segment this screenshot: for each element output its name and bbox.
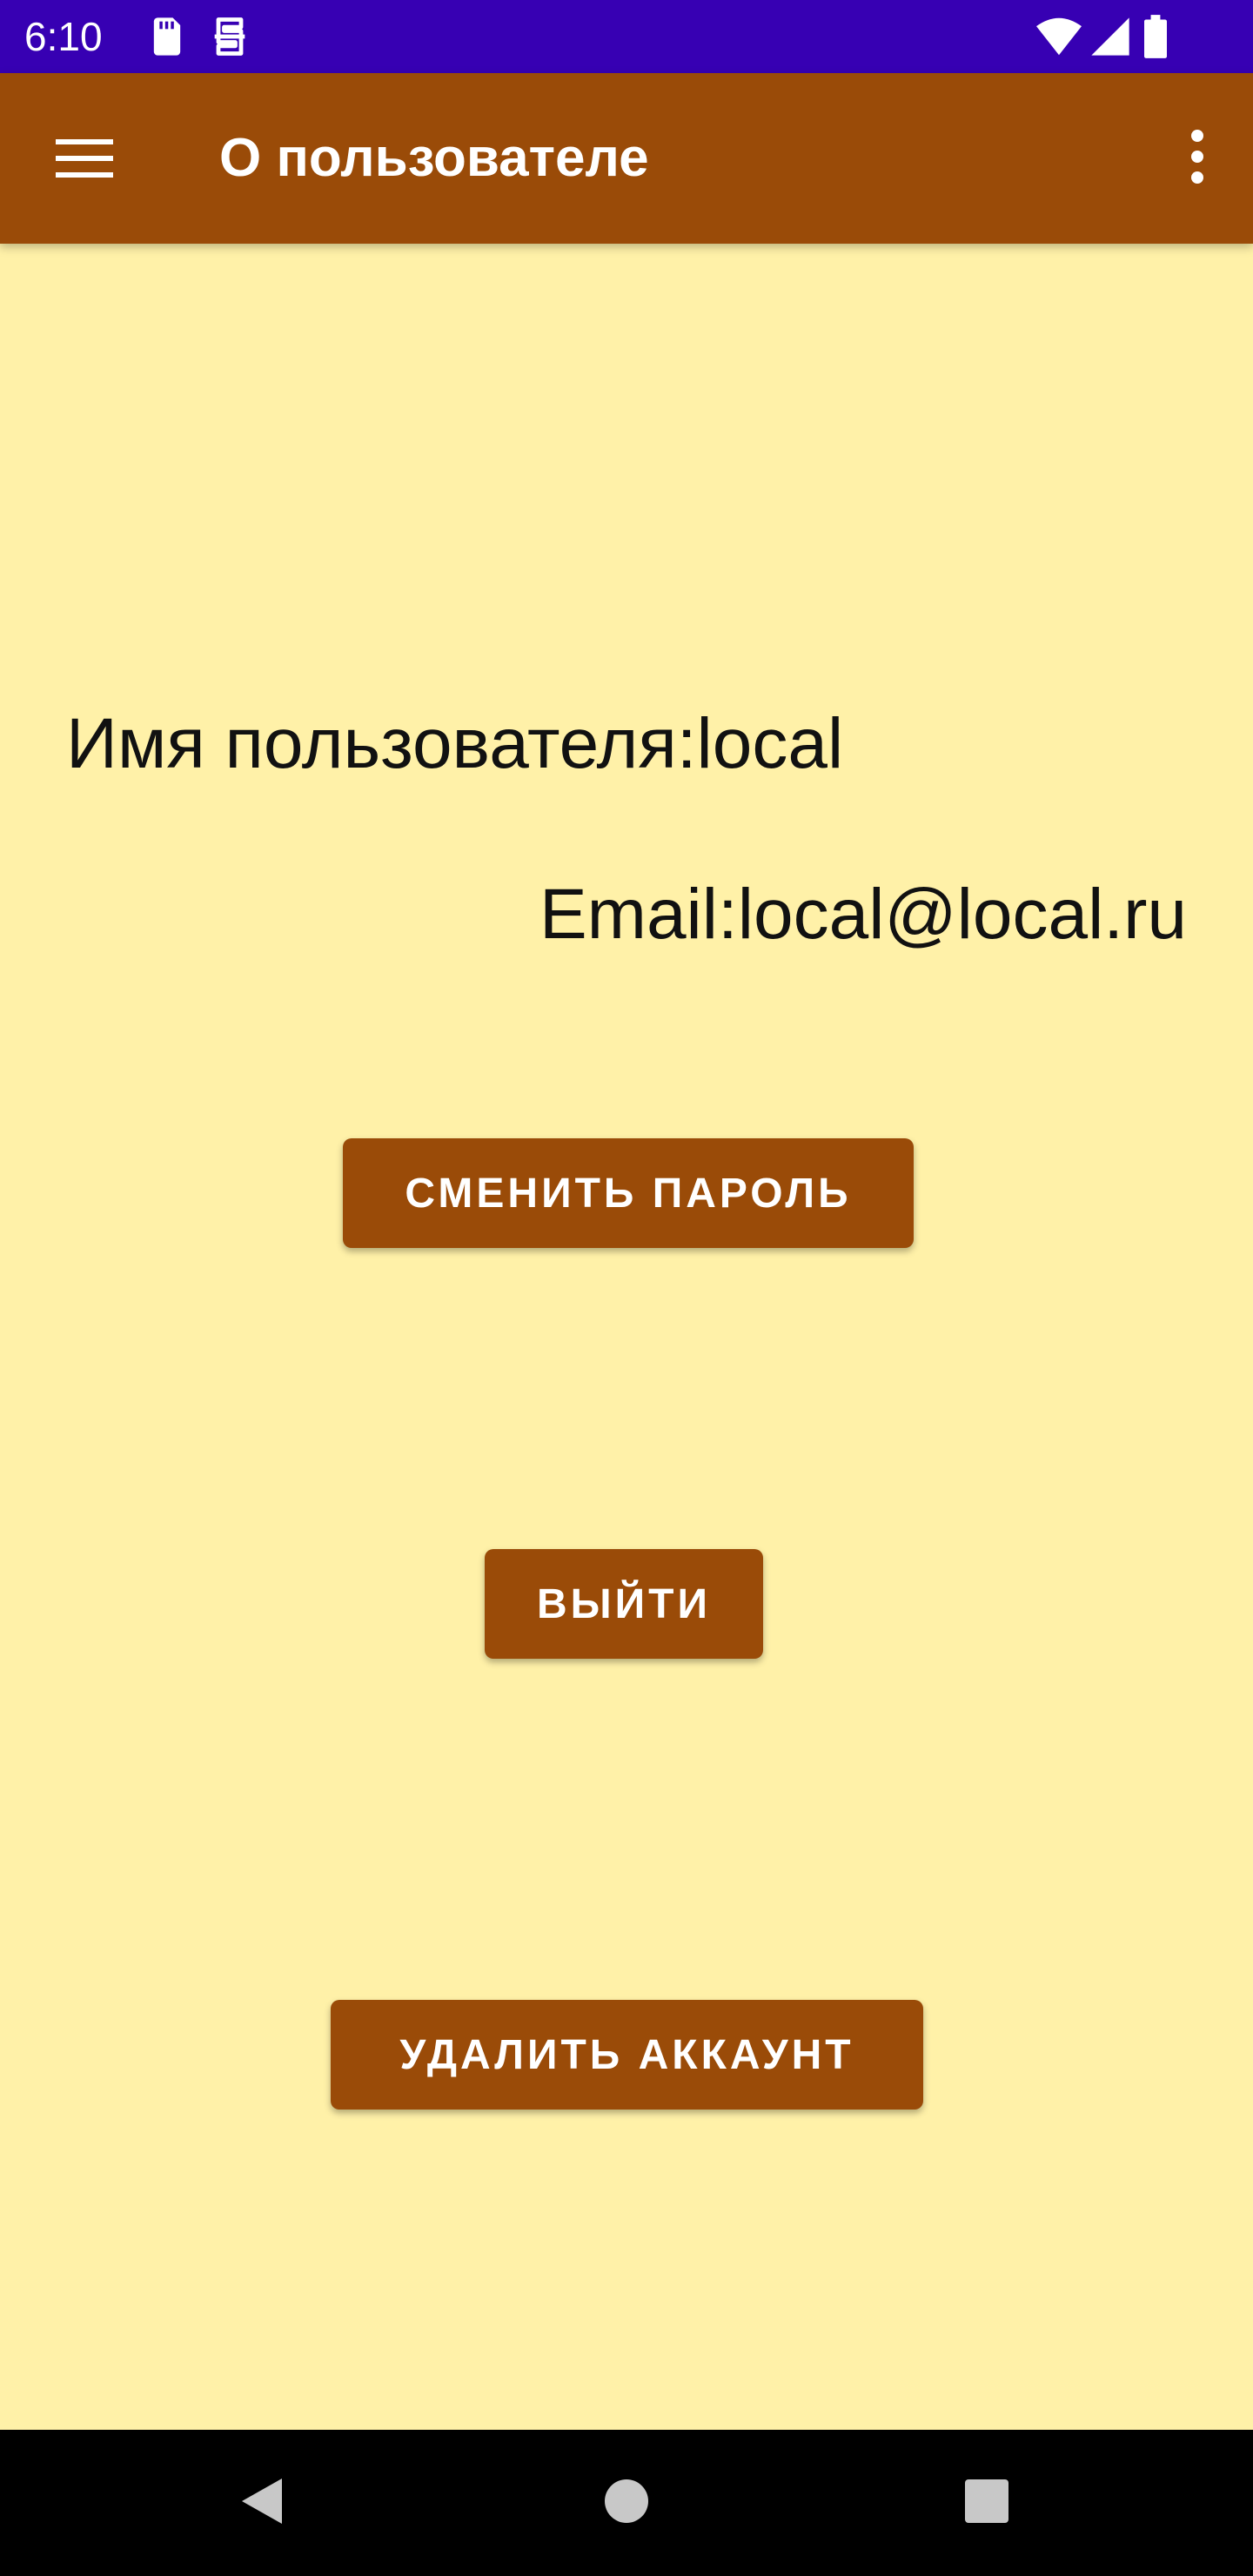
delete-account-button[interactable]: УДАЛИТЬ АККАУНТ bbox=[331, 2000, 923, 2110]
more-vert-icon bbox=[1189, 129, 1206, 189]
hamburger-menu-icon bbox=[54, 136, 117, 185]
home-icon bbox=[602, 2477, 651, 2530]
screen: 6:10 О пользователе Имя пользователя:loc… bbox=[0, 0, 1253, 2576]
username-text: Имя пользователя:local bbox=[66, 704, 844, 783]
back-icon bbox=[237, 2475, 285, 2532]
menu-button[interactable] bbox=[44, 124, 127, 197]
status-time: 6:10 bbox=[24, 14, 103, 59]
battery-icon bbox=[1140, 14, 1171, 59]
recents-button[interactable] bbox=[943, 2459, 1030, 2546]
overflow-menu-button[interactable] bbox=[1163, 117, 1232, 200]
back-button[interactable] bbox=[218, 2459, 305, 2546]
sync-icon bbox=[207, 14, 252, 59]
status-bar: 6:10 bbox=[0, 0, 1253, 73]
app-bar: О пользователе bbox=[0, 73, 1253, 244]
logout-button[interactable]: ВЫЙТИ bbox=[485, 1549, 763, 1659]
change-password-button[interactable]: СМЕНИТЬ ПАРОЛЬ bbox=[343, 1138, 914, 1248]
sd-card-icon bbox=[144, 14, 190, 59]
page-title: О пользователе bbox=[219, 128, 649, 188]
home-button[interactable] bbox=[583, 2459, 670, 2546]
signal-icon bbox=[1088, 14, 1133, 59]
email-text: Email:local@local.ru bbox=[539, 875, 1187, 954]
system-nav-bar bbox=[0, 2430, 1253, 2576]
wifi-icon bbox=[1034, 14, 1084, 59]
recents-icon bbox=[962, 2477, 1011, 2530]
